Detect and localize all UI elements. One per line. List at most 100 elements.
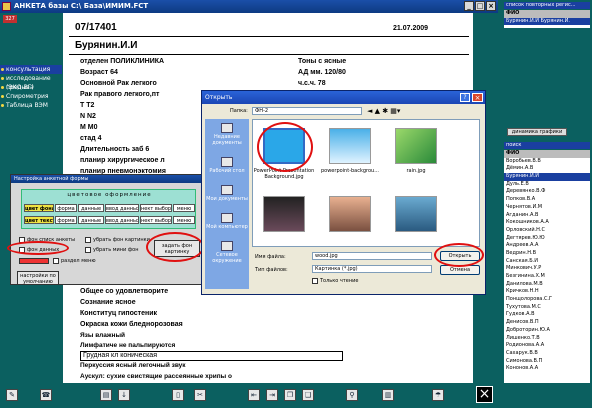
dynamics-chart-button[interactable]: динамика графики [507, 128, 567, 136]
text-choice-swatch[interactable]: нект выбор [140, 216, 172, 224]
patient-row[interactable]: Понщолорова.С.Г [504, 296, 590, 304]
minimize-button[interactable]: _ [464, 1, 474, 11]
patient-row[interactable]: Родионова.А.А [504, 342, 590, 350]
remove-mini-bg-checkbox[interactable] [85, 247, 91, 253]
bg-input-swatch[interactable]: ввод данных [105, 204, 139, 212]
patient-row[interactable]: Дуль.Е.В [504, 181, 590, 189]
menu-item-vem-table[interactable]: Таблица ВЭМ [0, 101, 62, 110]
patient-row[interactable]: Бурянин.И.И [504, 173, 590, 181]
default-settings-button[interactable]: настройки по умолчанию [17, 271, 59, 285]
patient-row[interactable]: Попков.В.А [504, 196, 590, 204]
menu-section-checkbox[interactable] [53, 258, 59, 264]
text-menu-swatch[interactable]: меню [173, 216, 195, 224]
patient-row[interactable]: Дегтярев.Ю.Ю [504, 235, 590, 243]
bg-data-swatch[interactable]: данные [78, 204, 104, 212]
patient-row[interactable]: Кокошников.А.А [504, 219, 590, 227]
copy-icon[interactable]: ❐ [284, 389, 296, 401]
open-button[interactable]: Открыть [440, 251, 480, 261]
patient-row[interactable]: Симонова.В.П [504, 358, 590, 366]
patient-row[interactable]: Минкович.У.Р [504, 265, 590, 273]
patient-row[interactable]: Воробьев.В.В [504, 158, 590, 166]
file-thumb[interactable] [329, 196, 371, 232]
red-swatch[interactable] [19, 258, 49, 264]
list-header: ФИО [504, 150, 590, 158]
folder-select[interactable]: ФН-2 [252, 107, 362, 115]
bg-choice-swatch[interactable]: нект выбор [140, 204, 172, 212]
patient-row[interactable]: Доброторин.Ю.А [504, 327, 590, 335]
patient-row[interactable]: Чернятов.И.М [504, 204, 590, 212]
umbrella-icon[interactable]: ☂ [432, 389, 444, 401]
field-blood-pressure: АД мм. 120/80 [298, 69, 346, 76]
application-window: АНКЕТА базы С:\ База\ИМИМ.FCT _ □ × 327 … [0, 0, 592, 408]
filetype-value: Картинка (*.jpg) [315, 266, 358, 272]
patient-row[interactable]: Орловский.Н.С [504, 227, 590, 235]
place-recent[interactable]: Недавние документы [205, 123, 249, 146]
field-plan-treatment: планир хирургическое л [80, 157, 165, 164]
patient-row[interactable]: Деревянко.В.Ф [504, 188, 590, 196]
patient-row[interactable]: Агданин.А.В [504, 212, 590, 220]
dialog-close-icon[interactable]: × [472, 93, 483, 102]
place-documents[interactable]: Мои документы [205, 185, 249, 202]
field-percussion: Перкуссия ясный легочный звук [80, 362, 186, 369]
patient-row[interactable]: Лишенко.Т.В [504, 335, 590, 343]
close-button[interactable]: × [486, 1, 496, 11]
menu-item-consultation[interactable]: консультация [0, 65, 62, 74]
data-bg-checkbox[interactable] [19, 247, 25, 253]
file-thumb[interactable] [395, 196, 437, 232]
cancel-button[interactable]: Отмена [440, 265, 480, 275]
file-thumb[interactable] [263, 128, 305, 164]
exit-icon[interactable]: × [476, 386, 493, 403]
patient-row[interactable]: Санская.Б.И [504, 258, 590, 266]
menu-item-prev[interactable]: предыва [0, 83, 62, 92]
patient-row[interactable]: Ведрин.Н.В [504, 250, 590, 258]
print-icon[interactable]: ▤ [100, 389, 112, 401]
patient-row[interactable]: Андреев.А.А [504, 242, 590, 250]
first-icon[interactable]: ⇤ [248, 389, 260, 401]
menu-item-research[interactable]: исследование (ЭКО-ВГ) [0, 74, 62, 91]
phone-icon[interactable]: ☎ [40, 389, 52, 401]
patient-row[interactable]: Безгинина.Х.М [504, 273, 590, 281]
text-data-swatch[interactable]: данные [78, 216, 104, 224]
nav-toolbar-icons[interactable]: ◄ ▲ ✱ ▦▾ [367, 107, 400, 115]
file-thumb[interactable] [263, 196, 305, 232]
list-item[interactable]: Бурянин.И.И Бурянин.И. [504, 17, 590, 26]
file-thumb[interactable] [329, 128, 371, 164]
file-thumb[interactable] [395, 128, 437, 164]
patient-row[interactable]: Сахарук.В.В [504, 350, 590, 358]
edit-icon[interactable]: ✎ [6, 389, 18, 401]
patient-row[interactable]: Дёмин.А.В [504, 165, 590, 173]
patient-row[interactable]: Тухутова.М.С [504, 304, 590, 312]
patient-row[interactable]: Данилова.М.В [504, 281, 590, 289]
help-icon[interactable]: ? [460, 93, 470, 102]
field-m: M M0 [80, 124, 98, 131]
remove-bg-checkbox[interactable] [85, 237, 91, 243]
list-bg-checkbox[interactable] [19, 237, 25, 243]
bg-menu-swatch[interactable]: меню [173, 204, 195, 212]
filename-input[interactable]: wood.jpg [312, 252, 432, 260]
cut-icon[interactable]: ✂ [194, 389, 206, 401]
place-computer[interactable]: Мой компьютер [205, 213, 249, 230]
patient-row[interactable]: Денисов.В.П [504, 319, 590, 327]
text-form-swatch[interactable]: форма [55, 216, 77, 224]
folder-label: Папка: [230, 108, 248, 114]
patient-row[interactable]: Кричков.Н.Н [504, 288, 590, 296]
place-network[interactable]: Сетевое окружение [205, 241, 249, 264]
text-input-swatch[interactable]: ввод данных [105, 216, 139, 224]
columns-icon[interactable]: ▥ [382, 389, 394, 401]
down-icon[interactable]: ↓ [118, 389, 130, 401]
chest-input[interactable]: Грудная кл коническая [80, 351, 343, 361]
readonly-checkbox[interactable] [312, 278, 318, 284]
field-skin: Окраска кожи бледнорозовая [80, 321, 183, 328]
filetype-select[interactable]: Картинка (*.jpg) [312, 265, 432, 273]
paste-icon[interactable]: ❑ [302, 389, 314, 401]
patient-row[interactable]: Гудков.А.В [504, 311, 590, 319]
pin-icon[interactable]: ⚲ [346, 389, 358, 401]
menu-item-spirometry[interactable]: Спирометрия [0, 92, 62, 101]
place-desktop[interactable]: Рабочий стол [205, 157, 249, 174]
bg-form-swatch[interactable]: форма [55, 204, 77, 212]
set-bg-image-button[interactable]: задать фон картинку [154, 240, 200, 257]
last-icon[interactable]: ⇥ [266, 389, 278, 401]
maximize-button[interactable]: □ [475, 1, 485, 11]
patient-row[interactable]: Кононов.А.А [504, 365, 590, 373]
doc-icon[interactable]: ▯ [172, 389, 184, 401]
